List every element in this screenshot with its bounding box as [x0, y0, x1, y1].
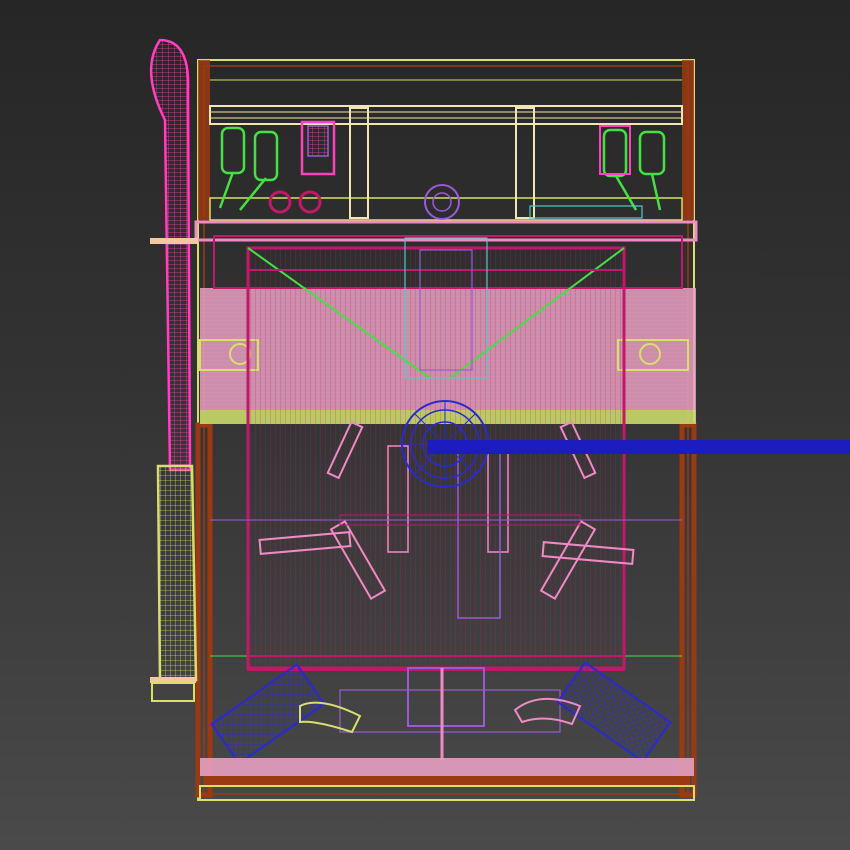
shaft: [428, 440, 850, 454]
left-hose: [149, 38, 198, 702]
right-foot: [513, 661, 672, 763]
3d-viewport[interactable]: [0, 0, 850, 850]
wireframe-scene: [149, 38, 850, 801]
left-foot: [210, 663, 362, 765]
top-components: [218, 120, 666, 220]
top-crossbar: [209, 105, 683, 221]
drain-pipe: [339, 667, 561, 760]
